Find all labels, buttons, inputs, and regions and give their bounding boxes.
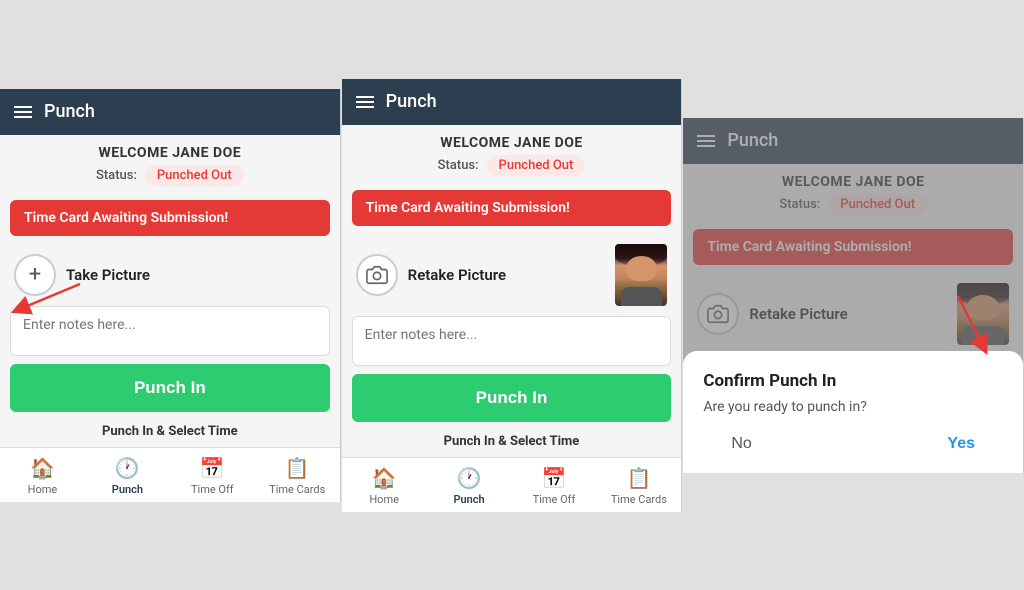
nav-home-1[interactable]: 🏠 Home — [0, 454, 85, 498]
status-badge-1: Punched Out — [145, 165, 244, 186]
timecards-icon-2: 📋 — [626, 466, 651, 490]
nav-punch-1[interactable]: 🕐 Punch — [85, 454, 170, 498]
retake-picture-button-2[interactable] — [356, 254, 398, 296]
hamburger-menu-2[interactable] — [356, 96, 374, 108]
punch-in-button-2[interactable]: Punch In — [352, 374, 672, 422]
modal-no-button-3[interactable]: No — [723, 431, 759, 457]
modal-title-3: Confirm Punch In — [703, 371, 1003, 391]
app-title-1: Punch — [44, 101, 95, 122]
punch-icon-1: 🕐 — [115, 456, 140, 480]
nav-timecards-1[interactable]: 📋 Time Cards — [255, 454, 340, 498]
nav-timeoff-1[interactable]: 📅 Time Off — [170, 454, 255, 498]
status-row-1: Status: Punched Out — [14, 165, 326, 186]
nav-timeoff-2[interactable]: 📅 Time Off — [512, 464, 597, 508]
timecards-icon-1: 📋 — [285, 456, 310, 480]
app-title-2: Punch — [386, 91, 437, 112]
hamburger-menu-1[interactable] — [14, 106, 32, 118]
status-row-2: Status: Punched Out — [356, 155, 668, 176]
take-picture-button-1[interactable]: + — [14, 254, 56, 296]
nav-timeoff-label-2: Time Off — [533, 493, 576, 506]
welcome-section-1: WELCOME JANE DOE Status: Punched Out — [0, 135, 340, 192]
time-card-alert-1[interactable]: Time Card Awaiting Submission! — [10, 200, 330, 236]
nav-punch-label-1: Punch — [112, 483, 143, 496]
photo-thumbnail-2 — [615, 244, 667, 306]
punch-in-button-1[interactable]: Punch In — [10, 364, 330, 412]
picture-section-2: Retake Picture — [342, 234, 682, 316]
nav-punch-2[interactable]: 🕐 Punch — [427, 464, 512, 508]
nav-timeoff-label-1: Time Off — [191, 483, 234, 496]
camera-icon-2 — [366, 264, 388, 286]
time-card-alert-2[interactable]: Time Card Awaiting Submission! — [352, 190, 672, 226]
home-icon-1: 🏠 — [30, 456, 55, 480]
nav-timecards-label-1: Time Cards — [269, 483, 325, 496]
welcome-name-2: WELCOME JANE DOE — [356, 135, 668, 151]
notes-input-1[interactable] — [10, 306, 330, 356]
notes-input-2[interactable] — [352, 316, 672, 366]
nav-home-label-2: Home — [369, 493, 399, 506]
modal-overlay-3: Confirm Punch In Are you ready to punch … — [683, 118, 1023, 473]
punch-icon-2: 🕐 — [457, 466, 482, 490]
welcome-name-1: WELCOME JANE DOE — [14, 145, 326, 161]
arrow-annotation-3 — [953, 291, 1013, 351]
top-bar-2: Punch — [342, 79, 682, 125]
nav-home-label-1: Home — [28, 483, 58, 496]
top-bar-1: Punch — [0, 89, 340, 135]
picture-label-2: Retake Picture — [408, 266, 506, 284]
punch-select-time-2[interactable]: Punch In & Select Time — [342, 430, 682, 457]
bottom-nav-2: 🏠 Home 🕐 Punch 📅 Time Off 📋 Time Cards — [342, 457, 682, 512]
nav-home-2[interactable]: 🏠 Home — [342, 464, 427, 508]
nav-timecards-2[interactable]: 📋 Time Cards — [596, 464, 681, 508]
screen-3: Punch WELCOME JANE DOE Status: Punched O… — [683, 118, 1024, 473]
confirm-punch-in-dialog: Confirm Punch In Are you ready to punch … — [683, 351, 1023, 473]
nav-punch-label-2: Punch — [453, 493, 484, 506]
picture-label-1: Take Picture — [66, 266, 150, 284]
status-label-1: Status: — [96, 168, 137, 183]
bottom-nav-1: 🏠 Home 🕐 Punch 📅 Time Off 📋 Time Cards — [0, 447, 340, 502]
home-icon-2: 🏠 — [372, 466, 397, 490]
modal-yes-button-3[interactable]: Yes — [939, 431, 983, 457]
punch-select-time-1[interactable]: Punch In & Select Time — [0, 420, 340, 447]
modal-buttons-3: No Yes — [703, 431, 1003, 457]
timeoff-icon-1: 📅 — [200, 456, 225, 480]
nav-timecards-label-2: Time Cards — [611, 493, 667, 506]
status-badge-2: Punched Out — [487, 155, 586, 176]
welcome-section-2: WELCOME JANE DOE Status: Punched Out — [342, 125, 682, 182]
modal-text-3: Are you ready to punch in? — [703, 399, 1003, 415]
timeoff-icon-2: 📅 — [542, 466, 567, 490]
picture-section-1: + Take Picture — [0, 244, 340, 306]
status-label-2: Status: — [438, 158, 479, 173]
screen-1: Punch WELCOME JANE DOE Status: Punched O… — [0, 89, 341, 502]
screen-2: Punch WELCOME JANE DOE Status: Punched O… — [342, 79, 683, 512]
